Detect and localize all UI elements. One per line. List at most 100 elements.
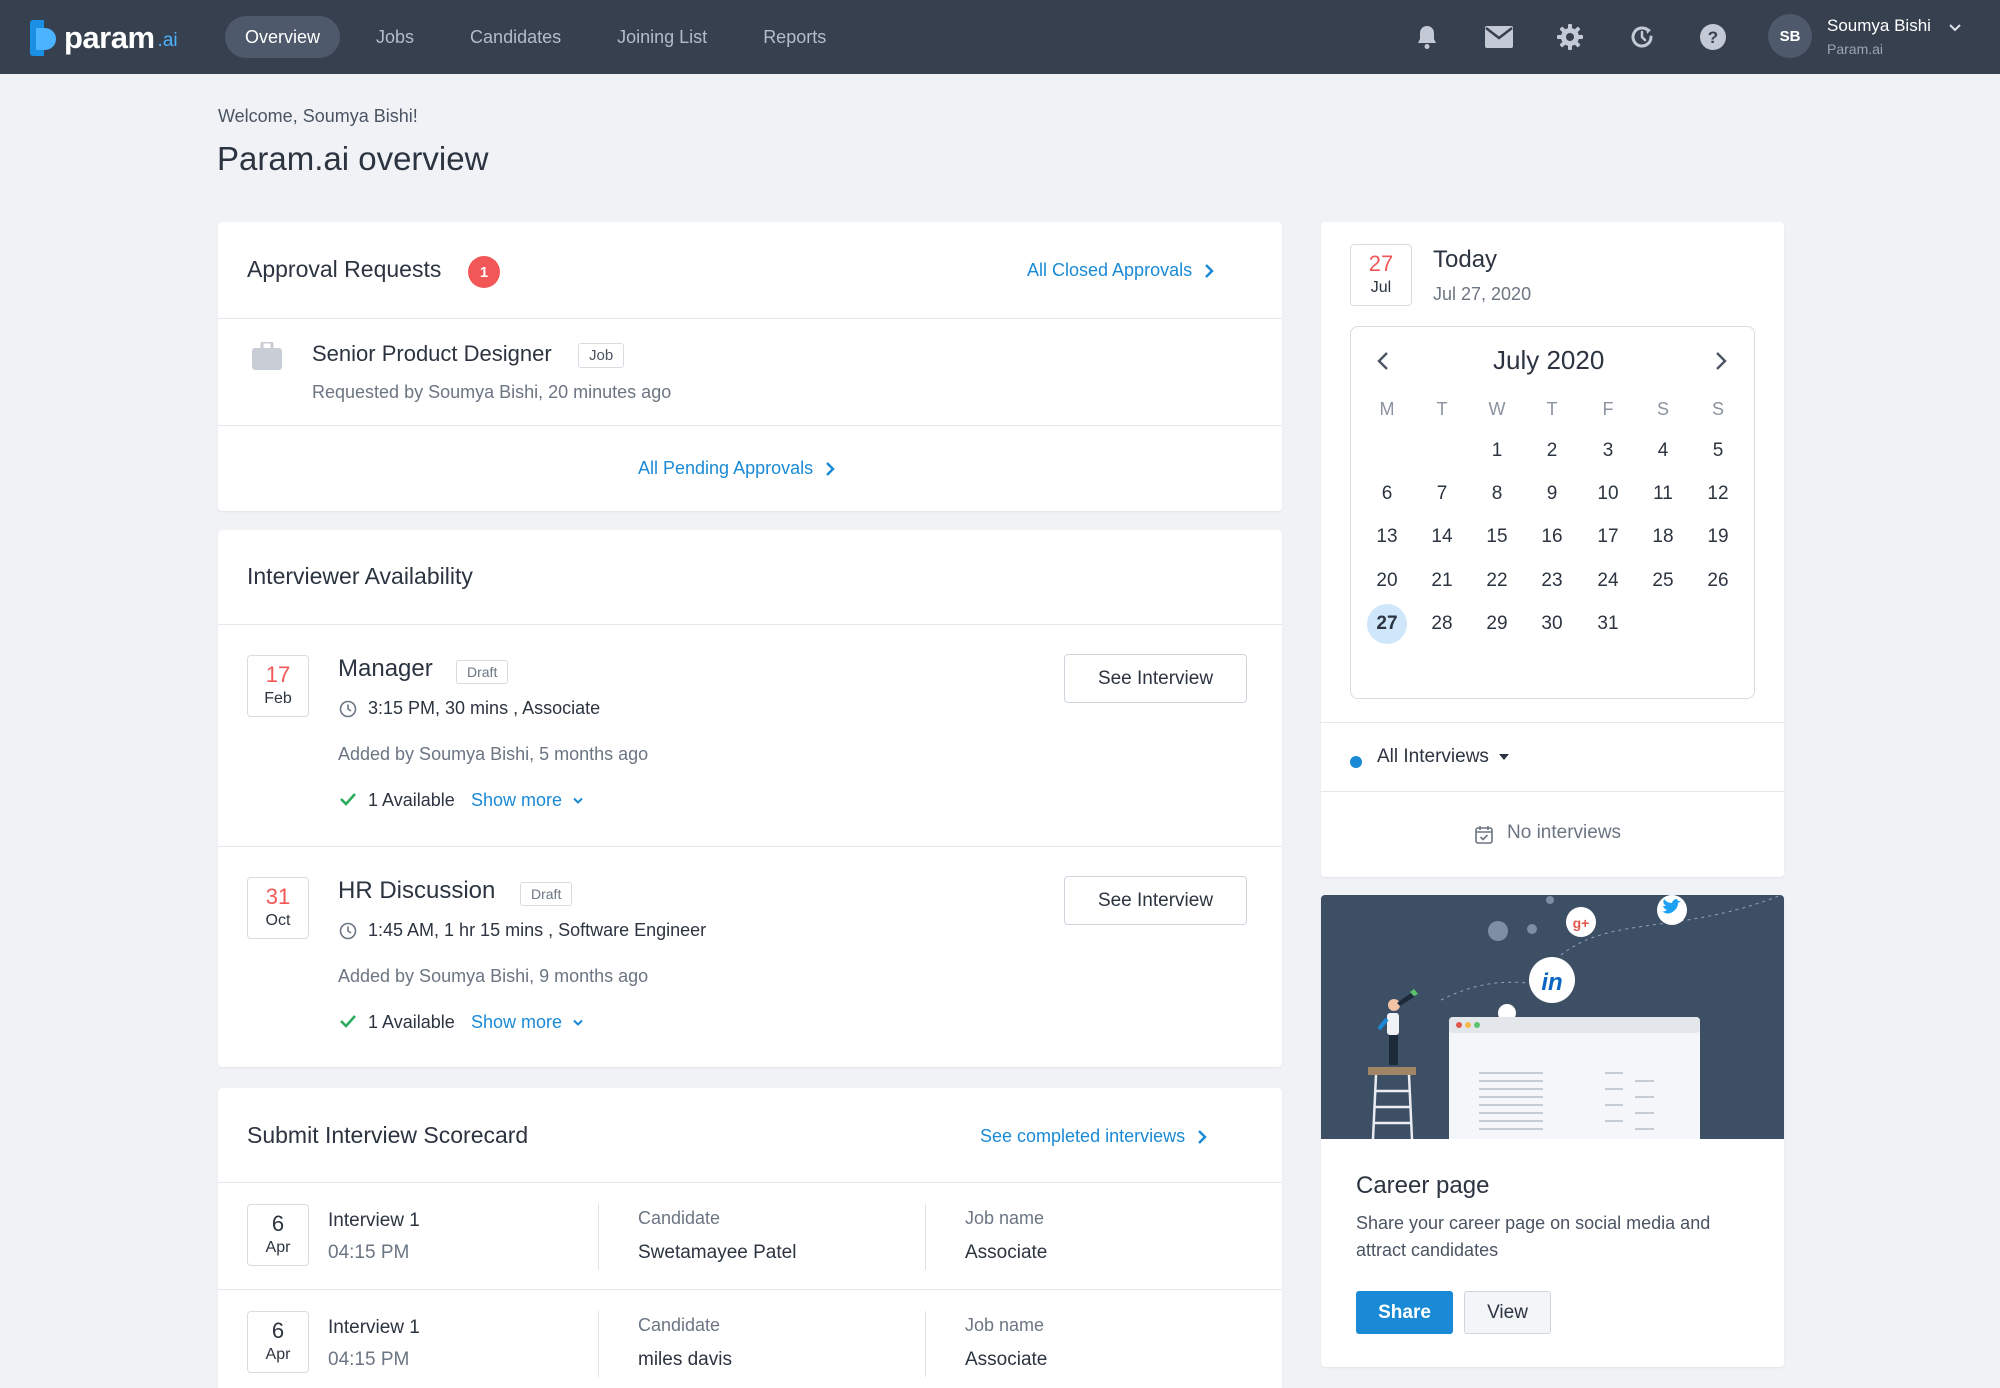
- nav-link-candidates[interactable]: Candidates: [450, 16, 581, 58]
- caret-down-icon: [1498, 754, 1509, 760]
- available-count: 1 Available: [368, 1012, 455, 1032]
- interviewer-availability-title: Interviewer Availability: [247, 563, 473, 589]
- calendar-day[interactable]: 5: [1698, 431, 1738, 471]
- logo-text: param: [64, 20, 155, 55]
- approval-item-title[interactable]: Senior Product Designer: [312, 341, 552, 367]
- column-separator: [598, 1204, 599, 1270]
- job-name: Associate: [965, 1349, 1048, 1370]
- date-day: 31: [265, 884, 291, 909]
- column-separator: [598, 1311, 599, 1377]
- calendar-weekday: S: [1711, 399, 1724, 419]
- interview-time: 3:15 PM, 30 mins , Associate: [368, 698, 601, 718]
- mail-icon[interactable]: [1482, 20, 1516, 54]
- calendar-day[interactable]: 30: [1532, 604, 1572, 644]
- calendar-day[interactable]: 23: [1532, 561, 1572, 601]
- briefcase-icon: [252, 340, 282, 375]
- nav-link-joining-list[interactable]: Joining List: [597, 16, 727, 58]
- all-pending-approvals-link[interactable]: All Pending Approvals: [638, 458, 835, 479]
- calendar-day[interactable]: 20: [1367, 561, 1407, 601]
- see-interview-button[interactable]: See Interview: [1064, 654, 1247, 703]
- calendar-weekday: S: [1656, 399, 1669, 419]
- career-page-title: Career page: [1356, 1172, 1490, 1199]
- calendar-day[interactable]: 11: [1643, 474, 1683, 514]
- calendar-day[interactable]: 4: [1643, 431, 1683, 471]
- candidate-name[interactable]: miles davis: [638, 1349, 732, 1371]
- check-icon: [339, 1014, 357, 1033]
- date-badge: 17 Feb: [247, 655, 309, 717]
- calendar-day[interactable]: 15: [1477, 517, 1517, 557]
- interview-title[interactable]: HR Discussion: [338, 877, 495, 905]
- nav-link-jobs[interactable]: Jobs: [356, 16, 434, 58]
- calendar-day[interactable]: 19: [1698, 517, 1738, 557]
- chevron-down-icon: [573, 1019, 583, 1026]
- chevron-right-icon[interactable]: [1714, 350, 1728, 377]
- calendar-day[interactable]: 17: [1588, 517, 1628, 557]
- candidate-name[interactable]: Swetamayee Patel: [638, 1242, 796, 1264]
- calendar-day[interactable]: 14: [1422, 517, 1462, 557]
- calendar-day[interactable]: 21: [1422, 561, 1462, 601]
- calendar-day[interactable]: 31: [1588, 604, 1628, 644]
- see-interview-button[interactable]: See Interview: [1064, 876, 1247, 925]
- nav-link-reports[interactable]: Reports: [743, 16, 846, 58]
- logo[interactable]: param .ai: [30, 20, 178, 56]
- help-icon[interactable]: ?: [1696, 20, 1730, 54]
- calendar-day[interactable]: 27: [1367, 604, 1407, 644]
- interview-time: 1:45 AM, 1 hr 15 mins , Software Enginee…: [368, 920, 707, 940]
- career-page-desc-line1: Share your career page on social media a…: [1356, 1213, 1711, 1233]
- divider: [1321, 722, 1784, 723]
- calendar-day[interactable]: 3: [1588, 431, 1628, 471]
- calendar-day[interactable]: 1: [1477, 431, 1517, 471]
- interview-title[interactable]: Manager: [338, 655, 433, 683]
- scorecard-interview-time: 04:15 PM: [328, 1242, 410, 1263]
- calendar-day[interactable]: 24: [1588, 561, 1628, 601]
- divider: [218, 624, 1282, 625]
- calendar-day[interactable]: 29: [1477, 604, 1517, 644]
- chevron-left-icon[interactable]: [1376, 350, 1390, 377]
- calendar-day[interactable]: 13: [1367, 517, 1407, 557]
- show-more-link[interactable]: Show more: [471, 1012, 584, 1033]
- check-icon: [339, 792, 357, 811]
- avatar[interactable]: SB: [1768, 14, 1812, 58]
- calendar-day[interactable]: 12: [1698, 474, 1738, 514]
- all-closed-approvals-link[interactable]: All Closed Approvals: [1027, 260, 1214, 281]
- today-month: Jul: [1370, 279, 1392, 296]
- today-label: Today: [1433, 246, 1498, 273]
- calendar-day[interactable]: 28: [1422, 604, 1462, 644]
- scorecard-interview-name[interactable]: Interview 1: [328, 1317, 420, 1339]
- date-badge: 6 Apr: [247, 1204, 309, 1266]
- scorecard-interview-name[interactable]: Interview 1: [328, 1210, 420, 1232]
- svg-text:in: in: [1541, 969, 1562, 996]
- calendar-day[interactable]: 6: [1367, 474, 1407, 514]
- bell-icon[interactable]: [1410, 20, 1444, 54]
- calendar-day[interactable]: 16: [1532, 517, 1572, 557]
- calendar-day[interactable]: 7: [1422, 474, 1462, 514]
- show-more-link[interactable]: Show more: [471, 790, 584, 811]
- calendar-day[interactable]: 25: [1643, 561, 1683, 601]
- calendar-day[interactable]: 18: [1643, 517, 1683, 557]
- all-interviews-dropdown[interactable]: All Interviews: [1377, 746, 1509, 768]
- user-name[interactable]: Soumya Bishi: [1827, 16, 1931, 36]
- date-day: 6: [271, 1318, 285, 1343]
- history-icon[interactable]: [1625, 20, 1659, 54]
- gear-icon[interactable]: [1553, 20, 1587, 54]
- nav-link-overview[interactable]: Overview: [225, 16, 341, 58]
- calendar-day[interactable]: 22: [1477, 561, 1517, 601]
- view-button[interactable]: View: [1464, 1291, 1551, 1334]
- calendar-day[interactable]: 26: [1698, 561, 1738, 601]
- date-day: 17: [265, 662, 291, 687]
- see-completed-interviews-link[interactable]: See completed interviews: [980, 1126, 1207, 1147]
- welcome-text: Welcome, Soumya Bishi!: [218, 106, 418, 126]
- date-month: Feb: [264, 690, 292, 707]
- share-button[interactable]: Share: [1356, 1291, 1453, 1334]
- interviewer-availability-card: Interviewer Availability 17 Feb Manager …: [218, 530, 1282, 1067]
- draft-tag: Draft: [456, 660, 509, 684]
- all-pending-approvals-label: All Pending Approvals: [638, 458, 814, 478]
- date-month: Apr: [265, 1346, 291, 1363]
- calendar-day[interactable]: 8: [1477, 474, 1517, 514]
- calendar-day[interactable]: 10: [1588, 474, 1628, 514]
- calendar-day[interactable]: 2: [1532, 431, 1572, 471]
- see-completed-interviews-label: See completed interviews: [980, 1126, 1186, 1146]
- chevron-down-icon[interactable]: [1948, 20, 1962, 38]
- page-title: Param.ai overview: [217, 140, 489, 177]
- calendar-day[interactable]: 9: [1532, 474, 1572, 514]
